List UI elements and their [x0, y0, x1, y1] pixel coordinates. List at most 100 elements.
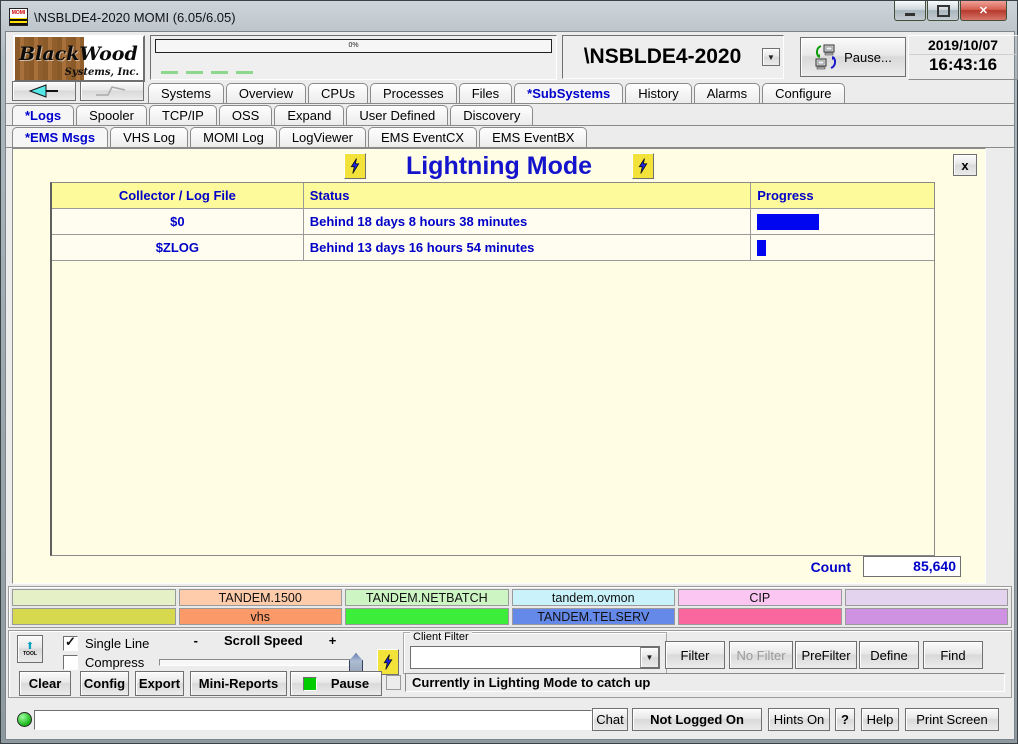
tab-processes[interactable]: Processes [370, 83, 457, 103]
pause-display-button[interactable]: Pause [290, 671, 382, 696]
running-indicator-icon [303, 677, 317, 691]
nav-back-button[interactable] [12, 81, 76, 101]
prefilter-button[interactable]: PreFilter [795, 641, 857, 669]
date-display: 2019/10/07 [909, 36, 1017, 55]
tab-configure[interactable]: Configure [762, 83, 844, 103]
pause-connection-button[interactable]: Pause... [800, 37, 906, 77]
tab-oss[interactable]: OSS [219, 105, 272, 125]
progress-cell [751, 209, 934, 234]
hints-on-button[interactable]: Hints On [768, 708, 830, 731]
datetime-display: 2019/10/07 16:43:16 [908, 35, 1018, 80]
blackwood-logo: BlackWood Systems, Inc. [13, 35, 145, 82]
tab-ems-eventbx[interactable]: EMS EventBX [479, 127, 587, 147]
title-bar[interactable]: MOMI \NSBLDE4-2020 MOMI (6.05/6.05) ✕ [9, 6, 1009, 28]
config-button[interactable]: Config [80, 671, 129, 696]
tab-cpus[interactable]: CPUs [308, 83, 368, 103]
activity-dash [186, 71, 203, 74]
-button[interactable]: ? [835, 708, 855, 731]
maximize-button[interactable] [927, 1, 959, 21]
tab-user-defined[interactable]: User Defined [346, 105, 448, 125]
tab-overview[interactable]: Overview [226, 83, 306, 103]
single-line-checkbox[interactable] [63, 636, 78, 651]
progress-bar [757, 240, 766, 256]
system-selector-dropdown-button[interactable]: ▼ [762, 48, 780, 66]
tabs-row1: SystemsOverviewCPUsProcessesFiles*SubSys… [148, 83, 847, 103]
column-header-progress: Progress [751, 183, 934, 208]
filter-button[interactable]: Filter [665, 641, 725, 669]
tab-tcp-ip[interactable]: TCP/IP [149, 105, 217, 125]
nav-forward-button[interactable] [80, 81, 144, 101]
tab-ems-msgs[interactable]: *EMS Msgs [12, 127, 108, 147]
tab-discovery[interactable]: Discovery [450, 105, 533, 125]
minimize-button[interactable] [894, 1, 926, 21]
system-selector[interactable]: \NSBLDE4-2020 ▼ [562, 35, 784, 79]
tool-arrow-icon: ⬆ [26, 642, 34, 651]
legend-cell-tandem-1500: TANDEM.1500 [179, 589, 343, 606]
lightning-mode-panel: Lightning Mode x Collector / Log FileSta… [12, 148, 986, 584]
activity-panel: 0% [150, 35, 557, 80]
scroll-speed-minus[interactable]: - [194, 633, 198, 648]
slider-thumb[interactable] [349, 653, 363, 673]
page-title: Lightning Mode [406, 152, 592, 181]
find-button[interactable]: Find [923, 641, 983, 669]
close-icon: ✕ [979, 4, 988, 17]
legend-cell-vhs: vhs [179, 608, 343, 625]
pause-connection-label: Pause... [844, 50, 892, 65]
legend-cell-tandem-netbatch: TANDEM.NETBATCH [345, 589, 509, 606]
compress-checkbox[interactable] [63, 655, 78, 670]
legend-cell-tandem-ovmon: tandem.ovmon [512, 589, 676, 606]
tab-logs[interactable]: *Logs [12, 105, 74, 125]
tab-vhs-log[interactable]: VHS Log [110, 127, 188, 147]
dual-computer-icon [814, 44, 838, 70]
define-button[interactable]: Define [859, 641, 919, 669]
legend-cell [12, 608, 176, 625]
system-selector-value: \NSBLDE4-2020 [563, 45, 762, 69]
client-filter-combobox[interactable]: ▼ [410, 646, 660, 669]
lightning-bolt-icon-right[interactable] [632, 153, 654, 179]
activity-progress-bar: 0% [155, 39, 552, 53]
tab-history[interactable]: History [625, 83, 691, 103]
tool-label: TOOL [23, 651, 37, 657]
tool-button[interactable]: ⬆ TOOL [17, 635, 43, 663]
legend-cell [12, 589, 176, 606]
panel-close-button[interactable]: x [953, 154, 977, 176]
tabs-row3: *EMS MsgsVHS LogMOMI LogLogViewerEMS Eve… [12, 127, 589, 147]
legend-row1: TANDEM.1500TANDEM.NETBATCHtandem.ovmonCI… [12, 589, 1008, 606]
back-arrow-icon [24, 84, 64, 98]
maximize-icon [937, 5, 950, 17]
single-line-option[interactable]: Single Line [63, 636, 149, 651]
lightning-bolt-icon [382, 653, 394, 671]
table-empty-area [52, 261, 934, 555]
tab-alarms[interactable]: Alarms [694, 83, 760, 103]
print-screen-button[interactable]: Print Screen [905, 708, 999, 731]
close-button[interactable]: ✕ [960, 1, 1007, 21]
tab-files[interactable]: Files [459, 83, 512, 103]
compress-option[interactable]: Compress [63, 655, 144, 670]
table-row: $ZLOGBehind 13 days 16 hours 54 minutes [52, 235, 934, 261]
tab-subsystems[interactable]: *SubSystems [514, 83, 623, 103]
export-button[interactable]: Export [135, 671, 184, 696]
chat-button[interactable]: Chat [592, 708, 628, 731]
lightning-table: Collector / Log FileStatusProgress $0Beh… [50, 182, 935, 556]
tab-momi-log[interactable]: MOMI Log [190, 127, 277, 147]
client-filter-dropdown-button[interactable]: ▼ [640, 647, 659, 668]
activity-dash [211, 71, 228, 74]
mini-reports-button[interactable]: Mini-Reports [190, 671, 287, 696]
logo-subtext: Systems, Inc. [65, 67, 139, 78]
not-logged-on-button[interactable]: Not Logged On [632, 708, 762, 731]
tab-spooler[interactable]: Spooler [76, 105, 147, 125]
lightning-bolt-icon [349, 157, 361, 175]
lightning-status-checkbox[interactable] [386, 675, 401, 690]
tab-row-logs: *LogsSpoolerTCP/IPOSSExpandUser DefinedD… [6, 104, 1014, 126]
tab-systems[interactable]: Systems [148, 83, 224, 103]
client-area: BlackWood Systems, Inc. 0% \NSBLDE4-2020… [5, 31, 1015, 740]
lightning-bolt-icon-left[interactable] [344, 153, 366, 179]
scroll-speed-slider[interactable] [159, 653, 371, 671]
tab-ems-eventcx[interactable]: EMS EventCX [368, 127, 477, 147]
scroll-speed-plus[interactable]: + [329, 633, 337, 648]
help-button[interactable]: Help [861, 708, 899, 731]
tab-expand[interactable]: Expand [274, 105, 344, 125]
tab-logviewer[interactable]: LogViewer [279, 127, 366, 147]
clear-button[interactable]: Clear [19, 671, 71, 696]
status-bar: ChatNot Logged On Hints On? Help Print Scre… [6, 704, 1014, 734]
